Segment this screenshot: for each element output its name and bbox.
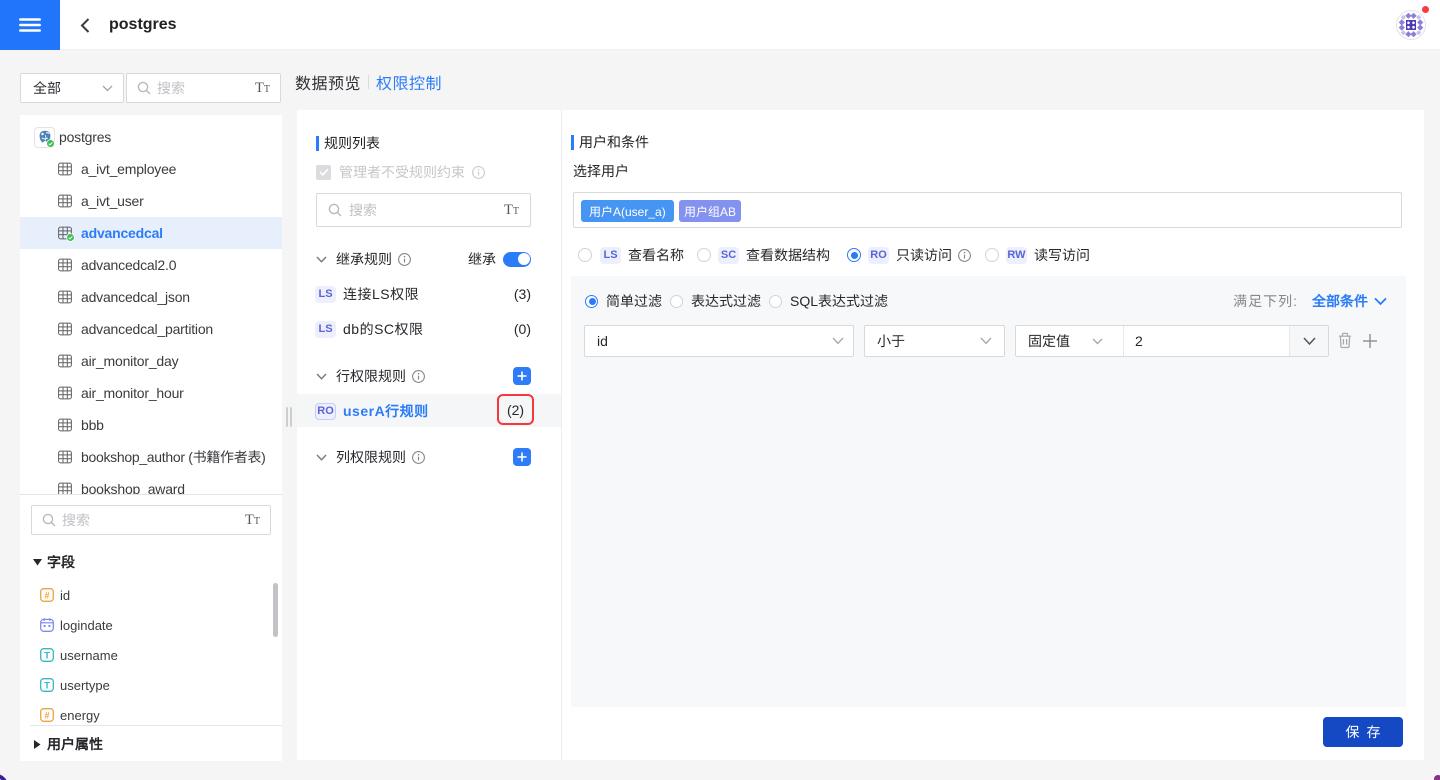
svg-text:T: T [44,651,50,662]
svg-text:#: # [44,590,49,600]
svg-text:T: T [44,681,50,692]
svg-text:#: # [44,710,49,720]
